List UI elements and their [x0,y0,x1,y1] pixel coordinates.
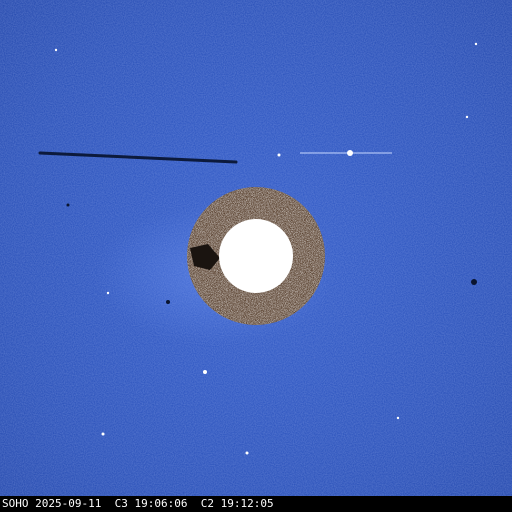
c2-time: 19:12:05 [220,497,274,510]
coronagraph-field [0,0,512,496]
occulter-disk [219,219,293,293]
c3-time: 19:06:06 [134,497,188,510]
star [101,432,105,436]
star [245,451,249,455]
star [465,115,469,119]
star [54,48,58,52]
c2-label: C2 [200,497,214,510]
star [203,370,207,374]
star [474,42,478,46]
capture-date: 2025-09-11 [35,497,102,510]
dark-speck [166,300,170,304]
dark-speck [471,279,477,285]
bright-star [347,150,353,156]
star [396,416,400,420]
dark-speck [66,203,70,207]
star [277,153,281,157]
c3-label: C3 [114,497,128,510]
coronagraph-image: SOHO 2025-09-11 C3 19:06:06 C2 19:12:05 [0,0,512,512]
coronagraph-svg [0,0,512,496]
star [106,291,110,295]
observatory-label: SOHO [2,497,29,510]
image-caption: SOHO 2025-09-11 C3 19:06:06 C2 19:12:05 [0,496,512,512]
